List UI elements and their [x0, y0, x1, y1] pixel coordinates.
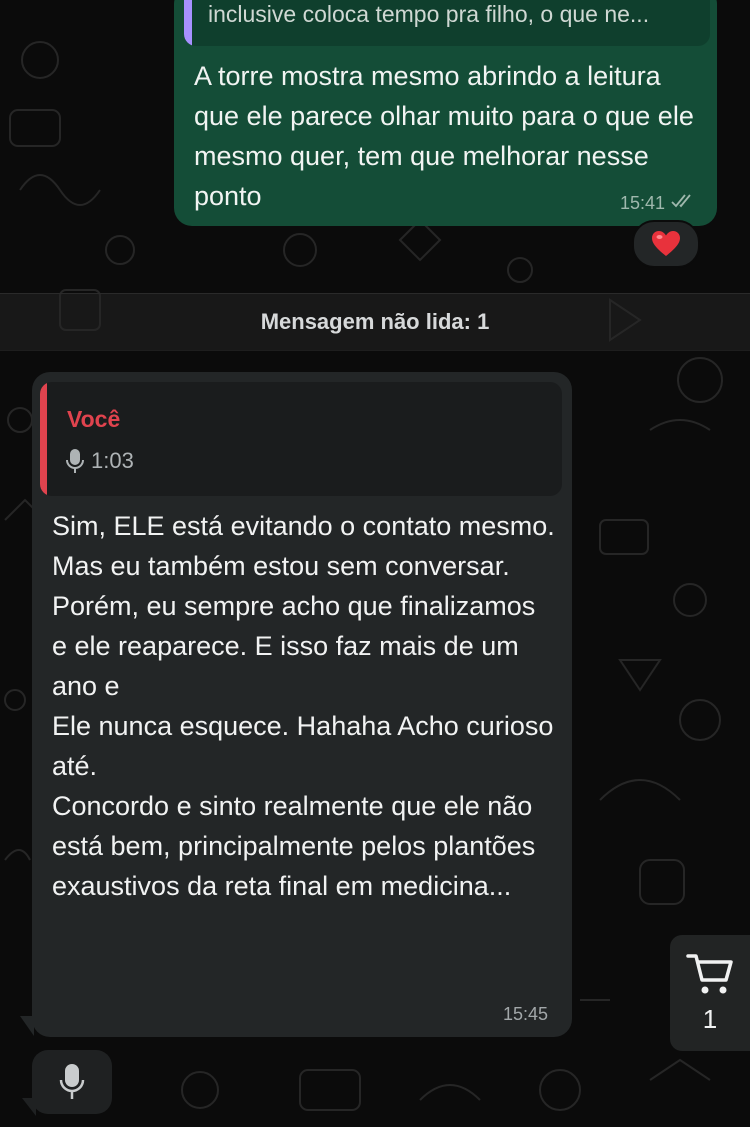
- bubble-tail: [22, 1098, 36, 1116]
- unread-messages-divider: Mensagem não lida: 1: [0, 293, 750, 351]
- message-time: 15:45: [502, 1004, 548, 1024]
- heart-reaction[interactable]: [632, 220, 700, 268]
- reply-author: Você: [67, 406, 121, 432]
- quote-accent-bar: [184, 0, 192, 46]
- message-meta: 15:41: [620, 193, 697, 214]
- cart-count: 1: [702, 1003, 718, 1034]
- microphone-icon: [59, 1064, 85, 1099]
- reply-preview[interactable]: Você 1:03: [40, 382, 562, 496]
- cart-icon: [686, 953, 733, 993]
- double-check-icon: [671, 193, 697, 214]
- message-time: 15:41: [619, 193, 665, 213]
- heart-emoji-icon: [652, 231, 680, 256]
- message-text: Sim, ELE está evitando o contato mesmo. …: [52, 511, 555, 901]
- message-text: A torre mostra mesmo abrindo a leitura q…: [194, 61, 694, 211]
- outgoing-message-bubble[interactable]: inclusive coloca tempo pra filho, o que …: [174, 0, 717, 226]
- voice-record-button[interactable]: [32, 1050, 112, 1114]
- microphone-icon: [66, 449, 84, 473]
- reply-voice-note: 1:03: [65, 448, 134, 474]
- quoted-text: inclusive coloca tempo pra filho, o que …: [208, 1, 650, 27]
- incoming-message-bubble[interactable]: Você 1:03 Sim, ELE está evitando o conta…: [32, 372, 572, 1037]
- reply-accent-bar: [40, 382, 47, 496]
- bubble-tail: [20, 1016, 34, 1036]
- quoted-message[interactable]: inclusive coloca tempo pra filho, o que …: [184, 0, 710, 46]
- cart-button[interactable]: 1: [670, 935, 750, 1051]
- voice-duration: 1:03: [91, 448, 134, 473]
